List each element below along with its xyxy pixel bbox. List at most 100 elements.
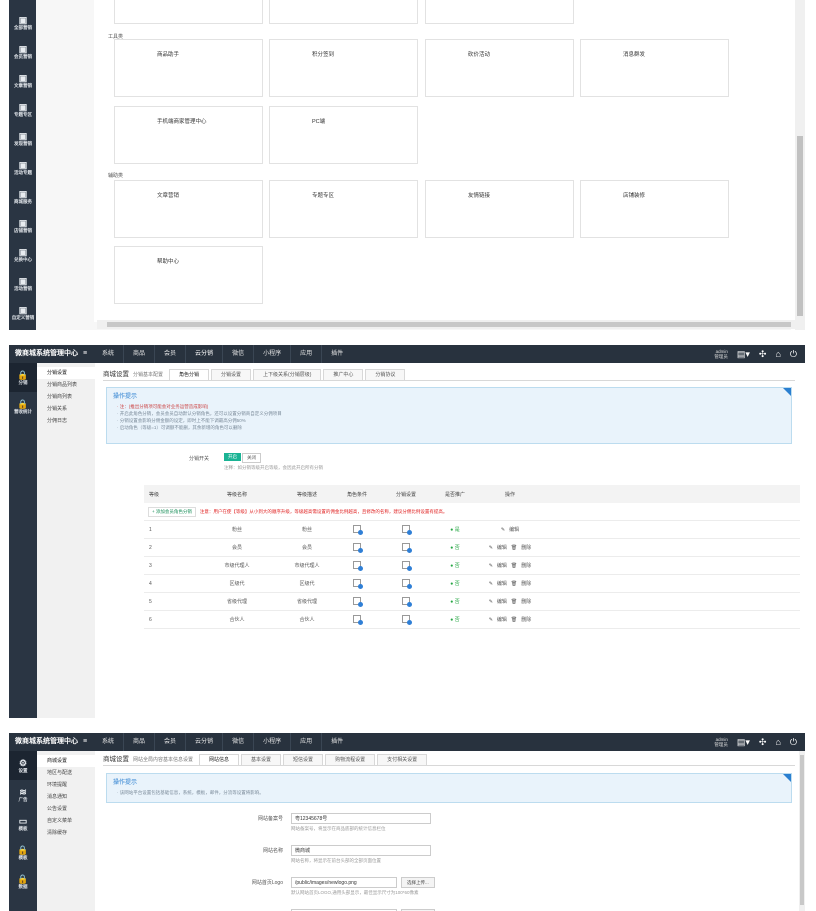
submenu-item[interactable]: 环境提醒 — [37, 779, 95, 791]
tab[interactable]: 短信设置 — [283, 754, 324, 765]
edit-setting-icon[interactable] — [402, 578, 412, 589]
delete-button[interactable]: 删除 — [521, 599, 531, 605]
edit-button[interactable]: 编辑 — [497, 599, 507, 605]
nav-item[interactable]: 应用 — [291, 345, 323, 363]
aux-card[interactable]: 帮助中心 — [114, 246, 263, 304]
edit-button[interactable]: 编辑 — [497, 545, 507, 551]
sidebar-item[interactable]: ▣ 店铺营销 — [9, 211, 37, 240]
field-input[interactable]: 微商城 — [291, 845, 431, 856]
horizontal-scrollbar[interactable] — [97, 320, 795, 329]
delete-button[interactable]: 删除 — [521, 617, 531, 623]
tab[interactable]: 分销协议 — [365, 369, 406, 380]
sidebar-item[interactable]: 🔒 数据 — [9, 867, 37, 896]
submenu-item[interactable]: 分销商列表 — [37, 391, 95, 403]
nav-item[interactable]: 应用 — [291, 733, 323, 751]
top-card-2[interactable] — [269, 0, 418, 24]
nav-item[interactable]: 会员 — [155, 733, 187, 751]
sidebar-item[interactable]: ▭ 模板 — [9, 809, 37, 838]
sidebar-item[interactable]: ▣ 全部营销 — [9, 8, 37, 37]
sidebar-item[interactable]: ▣ 发现营销 — [9, 124, 37, 153]
edit-setting-icon[interactable] — [402, 596, 412, 607]
nav-item[interactable]: 插件 — [322, 345, 352, 363]
sidebar-item[interactable]: ▣ 活动专题 — [9, 153, 37, 182]
nav-item[interactable]: 云分销 — [186, 345, 224, 363]
edit-setting-icon[interactable] — [402, 542, 412, 553]
edit-condition-icon[interactable] — [353, 524, 363, 535]
tab[interactable]: 购物流程设置 — [325, 754, 376, 765]
tool-card[interactable]: 积分签到 — [269, 39, 418, 97]
field-input[interactable]: 粤12345678号 — [291, 813, 431, 824]
nav-item[interactable]: 云分销 — [186, 733, 224, 751]
sidebar-item[interactable]: ▣ 商城服务 — [9, 182, 37, 211]
edit-condition-icon[interactable] — [353, 596, 363, 607]
sidebar-item[interactable]: ▣ 兑换中心 — [9, 240, 37, 269]
admin-info[interactable]: admin 管理员 — [714, 349, 728, 359]
switch-on-button[interactable]: 开启 — [224, 453, 241, 461]
sidebar-item[interactable]: ▣ 会员营销 — [9, 37, 37, 66]
power-icon[interactable]: ⏻ — [790, 349, 797, 360]
vertical-scrollbar[interactable] — [799, 751, 805, 911]
sidebar-item[interactable]: 🔒 分销 — [9, 363, 37, 392]
nav-item[interactable]: 小程序 — [254, 345, 292, 363]
calendar-icon[interactable]: ▤▾ — [737, 737, 750, 748]
sitemap-icon[interactable]: ✣ — [759, 737, 767, 748]
nav-item[interactable]: 系统 — [93, 345, 125, 363]
scrollbar-thumb[interactable] — [797, 136, 803, 316]
sidebar-item[interactable]: ▣ 自定义营销 — [9, 298, 37, 327]
submenu-item[interactable]: 商城设置 — [37, 755, 95, 767]
sidebar-item[interactable]: ▣ 专题专区 — [9, 95, 37, 124]
tab[interactable]: 角色分销 — [169, 369, 210, 380]
nav-item[interactable]: 商品 — [124, 733, 156, 751]
hscrollbar-thumb[interactable] — [107, 322, 791, 327]
tab[interactable]: 网站信息 — [199, 754, 240, 765]
edit-condition-icon[interactable] — [353, 614, 363, 625]
aux-card[interactable]: 店铺装修 — [580, 180, 729, 238]
tab[interactable]: 基本设置 — [241, 754, 282, 765]
submenu-item[interactable]: 公告设置 — [37, 803, 95, 815]
home-icon[interactable]: ⌂ — [775, 349, 780, 359]
aux-card[interactable]: 专题专区 — [269, 180, 418, 238]
tool-card[interactable]: PC端 — [269, 106, 418, 164]
tab[interactable]: 推广中心 — [323, 369, 364, 380]
sidebar-item[interactable]: ≋ 广告 — [9, 780, 37, 809]
tab[interactable]: 分销设置 — [211, 369, 252, 380]
nav-item[interactable]: 小程序 — [254, 733, 292, 751]
menu-icon[interactable]: ≡ — [83, 733, 87, 751]
submenu-item[interactable]: 分销商品列表 — [37, 379, 95, 391]
submenu-item[interactable]: 分销设置 — [37, 367, 95, 379]
submenu-item[interactable]: 消息通知 — [37, 791, 95, 803]
admin-info[interactable]: admin 管理员 — [714, 737, 728, 747]
field-input[interactable]: /public/images/newlogo.png — [291, 877, 397, 888]
nav-item[interactable]: 插件 — [322, 733, 352, 751]
switch-off-button[interactable]: 关闭 — [242, 453, 261, 463]
sidebar-item[interactable]: ▣ 活动营销 — [9, 269, 37, 298]
home-icon[interactable]: ⌂ — [775, 737, 780, 747]
sitemap-icon[interactable]: ✣ — [759, 349, 767, 360]
vertical-scrollbar[interactable] — [795, 0, 805, 330]
sidebar-item[interactable]: ⚙ 设置 — [9, 751, 37, 780]
tool-card[interactable]: 消息群发 — [580, 39, 729, 97]
top-card-1[interactable] — [114, 0, 263, 24]
submenu-item[interactable]: 分佣日志 — [37, 415, 95, 427]
upload-button[interactable]: 选择上传... — [401, 877, 435, 888]
submenu-item[interactable]: 分销关系 — [37, 403, 95, 415]
nav-item[interactable]: 微信 — [223, 733, 255, 751]
submenu-item[interactable]: 地区与配送 — [37, 767, 95, 779]
nav-item[interactable]: 会员 — [155, 345, 187, 363]
nav-item[interactable]: 系统 — [93, 733, 125, 751]
delete-button[interactable]: 删除 — [521, 581, 531, 587]
nav-item[interactable]: 商品 — [124, 345, 156, 363]
edit-setting-icon[interactable] — [402, 524, 412, 535]
edit-button[interactable]: 编辑 — [509, 527, 519, 533]
menu-icon[interactable]: ≡ — [83, 345, 87, 363]
top-card-3[interactable] — [425, 0, 574, 24]
edit-button[interactable]: 编辑 — [497, 617, 507, 623]
edit-condition-icon[interactable] — [353, 560, 363, 571]
scrollbar-thumb[interactable] — [800, 755, 804, 905]
nav-item[interactable]: 微信 — [223, 345, 255, 363]
tool-card[interactable]: 商品助手 — [114, 39, 263, 97]
delete-button[interactable]: 删除 — [521, 563, 531, 569]
tool-card[interactable]: 砍价活动 — [425, 39, 574, 97]
tab[interactable]: 上下级关系(分销层级) — [253, 369, 322, 380]
edit-condition-icon[interactable] — [353, 542, 363, 553]
